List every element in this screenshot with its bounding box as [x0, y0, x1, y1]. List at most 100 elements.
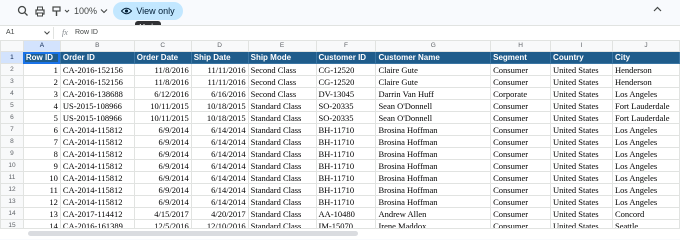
- chevron-down-icon[interactable]: [44, 31, 50, 35]
- table-cell[interactable]: Standard Class: [247, 159, 317, 172]
- row-number[interactable]: 7: [0, 123, 24, 136]
- table-cell[interactable]: Darrin Van Huff: [375, 87, 492, 100]
- table-cell[interactable]: Henderson: [611, 75, 680, 88]
- table-cell[interactable]: Consumer: [490, 111, 552, 124]
- table-cell[interactable]: 10/18/2015: [190, 99, 249, 112]
- table-cell[interactable]: Claire Gute: [375, 63, 492, 76]
- table-cell[interactable]: Brosina Hoffman: [375, 135, 492, 148]
- table-cell[interactable]: Consumer: [490, 147, 552, 160]
- table-cell[interactable]: CA-2016-161389: [59, 219, 135, 228]
- horizontal-scrollbar[interactable]: [0, 228, 680, 239]
- table-cell[interactable]: Concord: [611, 207, 680, 220]
- table-cell[interactable]: CA-2014-115812: [59, 135, 135, 148]
- table-cell[interactable]: Second Class: [247, 87, 317, 100]
- table-cell[interactable]: Fort Lauderdale: [611, 99, 680, 112]
- header-cell[interactable]: Customer ID: [315, 51, 377, 64]
- row-number[interactable]: 12: [0, 183, 24, 196]
- table-cell[interactable]: United States: [550, 99, 613, 112]
- row-number[interactable]: 1: [0, 51, 24, 64]
- column-header-d[interactable]: D: [190, 40, 249, 52]
- table-cell[interactable]: Second Class: [247, 63, 317, 76]
- table-cell[interactable]: 6/14/2014: [190, 195, 249, 208]
- header-cell[interactable]: City: [611, 51, 680, 64]
- table-cell[interactable]: Standard Class: [247, 195, 317, 208]
- table-cell[interactable]: Los Angeles: [611, 159, 680, 172]
- table-cell[interactable]: 4: [22, 99, 61, 112]
- table-cell[interactable]: United States: [550, 159, 613, 172]
- table-cell[interactable]: CG-12520: [315, 75, 377, 88]
- row-number[interactable]: 5: [0, 99, 24, 112]
- row-number[interactable]: 15: [0, 219, 24, 228]
- row-number[interactable]: 2: [0, 63, 24, 76]
- table-cell[interactable]: CA-2014-115812: [59, 171, 135, 184]
- format-paint-button[interactable]: [50, 3, 70, 19]
- table-cell[interactable]: Andrew Allen: [375, 207, 492, 220]
- column-header-i[interactable]: I: [550, 40, 613, 52]
- column-header-e[interactable]: E: [247, 40, 317, 52]
- table-cell[interactable]: Standard Class: [247, 219, 317, 228]
- table-cell[interactable]: Standard Class: [247, 171, 317, 184]
- table-cell[interactable]: 8: [22, 147, 61, 160]
- row-number[interactable]: 6: [0, 111, 24, 124]
- table-cell[interactable]: Sean O'Donnell: [375, 99, 492, 112]
- table-cell[interactable]: 10/18/2015: [190, 111, 249, 124]
- table-cell[interactable]: 6/9/2014: [133, 135, 192, 148]
- table-cell[interactable]: Irene Maddox: [375, 219, 492, 228]
- row-number[interactable]: 4: [0, 87, 24, 100]
- table-cell[interactable]: Consumer: [490, 159, 552, 172]
- table-cell[interactable]: Consumer: [490, 195, 552, 208]
- table-cell[interactable]: BH-11710: [315, 123, 377, 136]
- table-cell[interactable]: 9: [22, 159, 61, 172]
- table-cell[interactable]: Fort Lauderdale: [611, 111, 680, 124]
- table-cell[interactable]: Consumer: [490, 219, 552, 228]
- table-cell[interactable]: 6/14/2014: [190, 159, 249, 172]
- table-cell[interactable]: United States: [550, 75, 613, 88]
- column-header-g[interactable]: G: [375, 40, 492, 52]
- header-cell[interactable]: Order ID: [59, 51, 135, 64]
- table-cell[interactable]: CA-2016-138688: [59, 87, 135, 100]
- spreadsheet-grid[interactable]: A B C D E F G H I J 1 Row ID Order ID Order Date Ship …: [0, 40, 680, 228]
- table-cell[interactable]: 11/8/2016: [133, 63, 192, 76]
- row-number[interactable]: 11: [0, 171, 24, 184]
- table-cell[interactable]: Consumer: [490, 171, 552, 184]
- table-cell[interactable]: 6/9/2014: [133, 123, 192, 136]
- row-number[interactable]: 10: [0, 159, 24, 172]
- table-cell[interactable]: 4/15/2017: [133, 207, 192, 220]
- table-cell[interactable]: United States: [550, 87, 613, 100]
- table-cell[interactable]: Seattle: [611, 219, 680, 228]
- table-cell[interactable]: Los Angeles: [611, 147, 680, 160]
- table-cell[interactable]: BH-11710: [315, 135, 377, 148]
- table-cell[interactable]: United States: [550, 171, 613, 184]
- header-cell[interactable]: Segment: [490, 51, 552, 64]
- table-cell[interactable]: 11/8/2016: [133, 75, 192, 88]
- row-number[interactable]: 9: [0, 147, 24, 160]
- table-cell[interactable]: 10: [22, 171, 61, 184]
- table-cell[interactable]: Standard Class: [247, 147, 317, 160]
- table-cell[interactable]: Consumer: [490, 183, 552, 196]
- select-all-corner[interactable]: [0, 40, 24, 52]
- table-cell[interactable]: United States: [550, 207, 613, 220]
- table-cell[interactable]: IM-15070: [315, 219, 377, 228]
- table-cell[interactable]: Brosina Hoffman: [375, 159, 492, 172]
- table-cell[interactable]: Consumer: [490, 63, 552, 76]
- collapse-toolbar-icon[interactable]: [653, 6, 662, 12]
- table-cell[interactable]: 11/11/2016: [190, 75, 249, 88]
- view-only-button[interactable]: View only: [113, 2, 183, 20]
- table-cell[interactable]: United States: [550, 183, 613, 196]
- table-cell[interactable]: 6/12/2016: [133, 87, 192, 100]
- table-cell[interactable]: Standard Class: [247, 135, 317, 148]
- table-cell[interactable]: 6/16/2016: [190, 87, 249, 100]
- table-cell[interactable]: United States: [550, 135, 613, 148]
- table-cell[interactable]: Consumer: [490, 135, 552, 148]
- header-cell[interactable]: Order Date: [133, 51, 192, 64]
- table-cell[interactable]: 12: [22, 195, 61, 208]
- column-header-j[interactable]: J: [611, 40, 680, 52]
- table-cell[interactable]: CA-2014-115812: [59, 195, 135, 208]
- table-cell[interactable]: Consumer: [490, 99, 552, 112]
- header-cell[interactable]: Country: [550, 51, 613, 64]
- table-cell[interactable]: 12/5/2016: [133, 219, 192, 228]
- formula-content[interactable]: Row ID: [75, 29, 98, 36]
- table-cell[interactable]: Los Angeles: [611, 135, 680, 148]
- column-header-f[interactable]: F: [315, 40, 377, 52]
- table-cell[interactable]: 7: [22, 135, 61, 148]
